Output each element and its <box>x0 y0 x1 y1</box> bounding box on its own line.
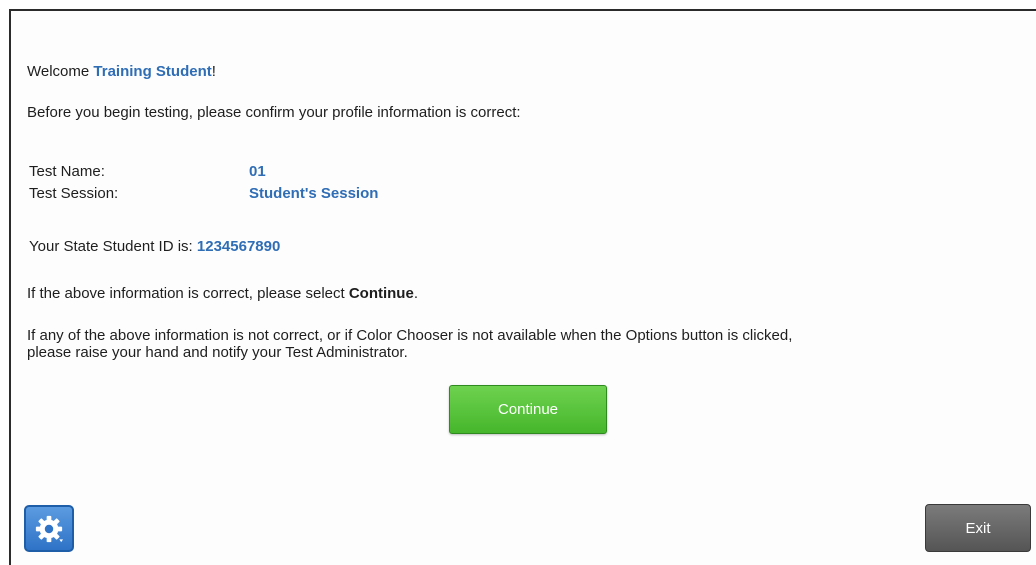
correction-note-line-2: please raise your hand and notify your T… <box>27 344 408 361</box>
welcome-message: Welcome Training Student! <box>27 63 216 81</box>
correction-note-line-1: If any of the above information is not c… <box>27 327 793 344</box>
correction-note: If any of the above information is not c… <box>27 327 1027 361</box>
welcome-prefix: Welcome <box>27 63 94 80</box>
student-id-value: 1234567890 <box>196 238 281 255</box>
student-name: Training Student <box>93 63 212 80</box>
confirm-instruction: If the above information is correct, ple… <box>27 285 418 303</box>
test-session-value: Student's Session <box>249 185 379 202</box>
exit-button[interactable]: Exit <box>925 504 1031 552</box>
student-id-label: Your State Student ID is: <box>29 238 197 255</box>
test-session-label: Test Session: <box>29 185 119 202</box>
confirm-suffix: . <box>413 285 418 302</box>
info-row-test-session: Test Session: Student's Session <box>29 183 378 205</box>
confirm-prefix: If the above information is correct, ple… <box>27 285 349 302</box>
test-name-value: 01 <box>249 163 266 180</box>
profile-info-table: Test Name: 01 Test Session: Student's Se… <box>29 161 378 205</box>
settings-button[interactable] <box>24 505 74 552</box>
welcome-suffix: ! <box>211 63 216 80</box>
student-id-line: Your State Student ID is: 1234567890 <box>29 238 280 256</box>
info-row-test-name: Test Name: 01 <box>29 161 378 183</box>
continue-button[interactable]: Continue <box>449 385 607 434</box>
gear-icon <box>34 514 64 544</box>
confirm-action: Continue <box>348 285 414 302</box>
test-name-label: Test Name: <box>29 163 105 180</box>
intro-text: Before you begin testing, please confirm… <box>27 104 521 121</box>
